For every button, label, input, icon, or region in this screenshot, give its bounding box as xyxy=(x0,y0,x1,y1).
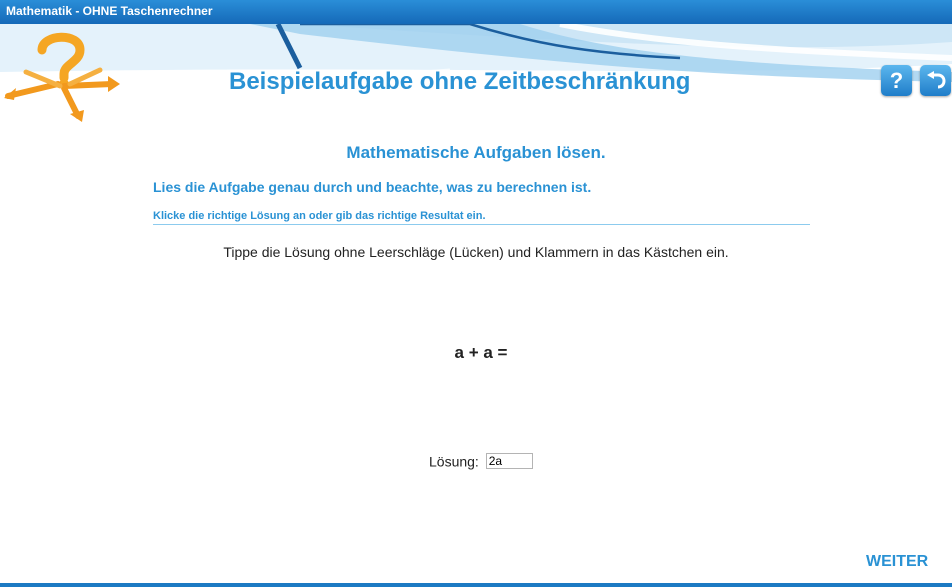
page-title: Beispielaufgabe ohne Zeitbeschränkung xyxy=(229,68,691,95)
question-arrows-logo xyxy=(0,28,125,128)
divider xyxy=(153,224,810,225)
help-label: ? xyxy=(889,68,904,93)
back-button[interactable] xyxy=(920,65,951,96)
answer-label: Lösung: xyxy=(429,453,479,470)
help-button[interactable]: ? xyxy=(881,65,912,96)
instruction-click: Klicke die richtige Lösung an oder gib d… xyxy=(153,210,486,222)
answer-input[interactable] xyxy=(485,453,533,470)
answer-row: Lösung: xyxy=(429,452,533,470)
undo-arrow-icon xyxy=(926,71,946,89)
header-banner: Beispielaufgabe ohne Zeitbeschränkung ? xyxy=(0,24,952,128)
task-subtitle: Mathematische Aufgaben lösen. xyxy=(346,143,606,162)
next-button[interactable]: WEITER xyxy=(866,553,928,571)
instruction-read: Lies die Aufgabe genau durch und beachte… xyxy=(153,179,592,195)
window-title: Mathematik - OHNE Taschenrechner xyxy=(6,4,213,18)
window-titlebar: Mathematik - OHNE Taschenrechner xyxy=(0,0,952,24)
math-expression: a + a = xyxy=(454,343,508,362)
input-hint: Tippe die Lösung ohne Leerschläge (Lücke… xyxy=(223,244,729,260)
bottom-bar xyxy=(0,583,952,587)
